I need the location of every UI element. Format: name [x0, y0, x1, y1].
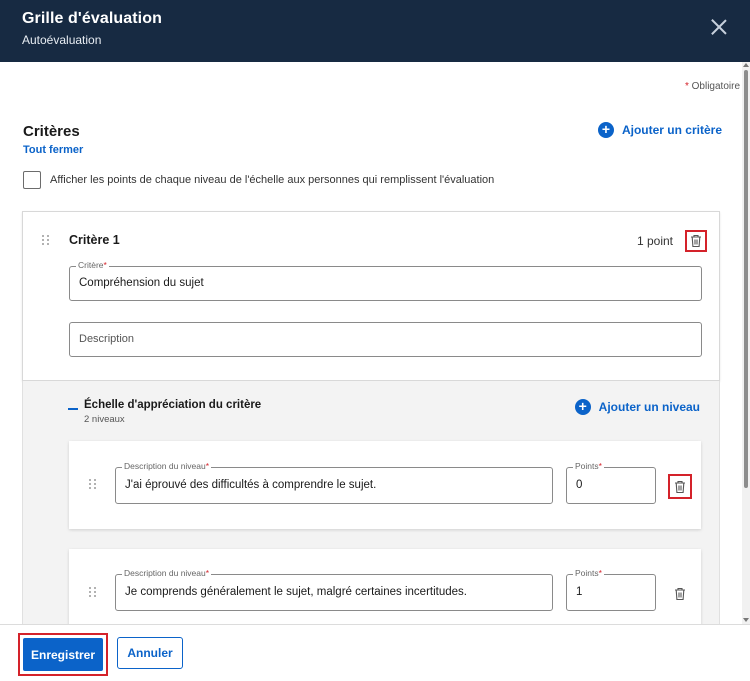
drag-handle-icon[interactable]	[42, 235, 49, 247]
drag-handle-icon[interactable]	[89, 587, 96, 599]
dialog-footer: Enregistrer Annuler	[0, 624, 750, 681]
add-criterion-label: Ajouter un critère	[621, 123, 722, 137]
level-description-field[interactable]: Description du niveau* Je comprends géné…	[115, 568, 553, 611]
trash-icon	[675, 587, 685, 600]
scroll-down-icon[interactable]	[743, 618, 749, 622]
scale-level-count: 2 niveaux	[84, 414, 125, 425]
collapse-scale-icon[interactable]	[68, 408, 78, 410]
criterion-name-legend: Critère*	[76, 260, 109, 270]
cancel-button[interactable]: Annuler	[117, 637, 183, 669]
level-points-legend: Points*	[573, 461, 604, 471]
add-level-button[interactable]: + Ajouter un niveau	[574, 399, 700, 415]
required-label: Obligatoire	[691, 81, 740, 92]
level-points-value: 1	[576, 586, 583, 598]
level-description-value: J'ai éprouvé des difficultés à comprendr…	[125, 479, 377, 491]
criterion-description-field[interactable]: Description	[69, 322, 702, 357]
level-description-field[interactable]: Description du niveau* J'ai éprouvé des …	[115, 461, 553, 504]
delete-level-button[interactable]	[668, 474, 692, 499]
level-description-value: Je comprends généralement le sujet, malg…	[125, 586, 467, 598]
collapse-all-link[interactable]: Tout fermer	[23, 144, 83, 156]
show-points-checkbox[interactable]	[23, 171, 41, 189]
level-points-field[interactable]: Points* 1	[566, 568, 656, 611]
scroll-up-icon[interactable]	[743, 63, 749, 67]
plus-circle-icon: +	[574, 399, 591, 415]
scrollbar[interactable]	[742, 62, 750, 624]
show-points-label: Afficher les points de chaque niveau de …	[50, 174, 495, 186]
scale-title: Échelle d'appréciation du critère	[84, 399, 262, 411]
dialog-subtitle: Autoévaluation	[22, 33, 102, 47]
save-button-label: Enregistrer	[23, 638, 103, 671]
scrollbar-thumb[interactable]	[744, 70, 748, 488]
save-button[interactable]: Enregistrer	[18, 633, 108, 676]
dialog-title: Grille d'évaluation	[22, 10, 162, 27]
add-criterion-button[interactable]: + Ajouter un critère	[597, 122, 722, 138]
required-note: * Obligatoire	[685, 81, 740, 92]
trash-icon	[691, 234, 701, 248]
criterion-description-placeholder: Description	[79, 333, 135, 345]
criterion-name-field[interactable]: Critère* Compréhension du sujet	[69, 260, 702, 301]
show-points-row: Afficher les points de chaque niveau de …	[23, 171, 494, 189]
criterion-card: Critère 1 1 point Critère* Compréhension…	[22, 211, 720, 381]
required-star: *	[684, 81, 689, 92]
level-description-legend: Description du niveau*	[122, 568, 212, 578]
criterion-points: 1 point	[636, 234, 673, 248]
dialog-header: Grille d'évaluation Autoévaluation	[0, 0, 750, 62]
dialog-content[interactable]: * Obligatoire Critères Tout fermer + Ajo…	[0, 62, 742, 624]
section-title: Critères	[23, 123, 80, 140]
level-card: Description du niveau* J'ai éprouvé des …	[69, 441, 701, 529]
add-level-label: Ajouter un niveau	[598, 400, 700, 414]
criterion-name-value: Compréhension du sujet	[79, 277, 204, 289]
level-points-value: 0	[576, 479, 583, 491]
drag-handle-icon[interactable]	[89, 479, 96, 491]
delete-criterion-button[interactable]	[685, 230, 707, 252]
level-points-field[interactable]: Points* 0	[566, 461, 656, 504]
level-points-legend: Points*	[573, 568, 604, 578]
close-icon[interactable]	[710, 18, 728, 36]
level-card: Description du niveau* Je comprends géné…	[69, 549, 701, 624]
plus-circle-icon: +	[597, 122, 614, 138]
criterion-title: Critère 1	[69, 233, 120, 247]
rating-scale-section: Échelle d'appréciation du critère 2 nive…	[22, 381, 720, 624]
trash-icon	[675, 480, 685, 493]
level-description-legend: Description du niveau*	[122, 461, 212, 471]
delete-level-button[interactable]	[668, 581, 692, 606]
